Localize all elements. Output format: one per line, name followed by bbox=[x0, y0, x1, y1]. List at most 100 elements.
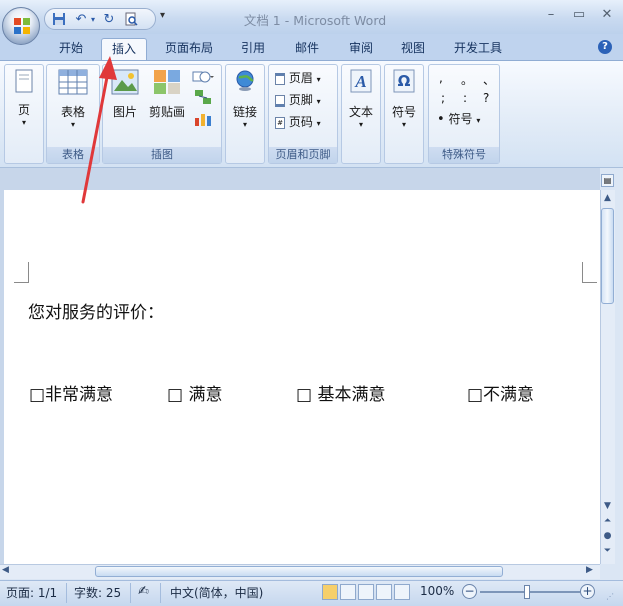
document-prompt-text[interactable]: 您对服务的评价： bbox=[28, 298, 164, 323]
status-language[interactable]: 中文(简体，中国) bbox=[170, 584, 263, 601]
previous-page-icon[interactable]: ⏶ bbox=[600, 514, 615, 528]
office-logo-icon bbox=[14, 18, 30, 34]
tab-home[interactable]: 开始 bbox=[50, 38, 92, 60]
tab-view[interactable]: 视图 bbox=[392, 38, 434, 60]
zoom-out-icon[interactable]: − bbox=[462, 584, 477, 599]
svg-text:A: A bbox=[354, 72, 366, 91]
status-separator bbox=[66, 583, 67, 603]
status-separator bbox=[160, 583, 161, 603]
next-page-icon[interactable]: ⏷ bbox=[600, 544, 615, 558]
select-browse-object-icon[interactable]: ● bbox=[600, 529, 615, 543]
group-symbols: Ω 符号 ▾ bbox=[384, 64, 424, 164]
status-word-count[interactable]: 字数: 25 bbox=[74, 584, 121, 601]
group-illustrations: 图片 剪贴画 插图 bbox=[102, 64, 222, 164]
horizontal-scroll-thumb[interactable] bbox=[95, 566, 503, 577]
table-button[interactable]: 表格 ▾ bbox=[52, 69, 94, 129]
redo-icon[interactable]: ↻ bbox=[101, 12, 117, 28]
group-links: 链接 ▾ bbox=[225, 64, 265, 164]
full-screen-reading-icon[interactable] bbox=[340, 584, 356, 600]
special-symbol-semicolon[interactable]: ; bbox=[441, 91, 445, 105]
page-dropdown-icon: ▾ bbox=[21, 118, 26, 127]
status-page[interactable]: 页面: 1/1 bbox=[6, 584, 57, 601]
table-label: 表格 bbox=[60, 105, 85, 119]
save-icon[interactable] bbox=[51, 12, 67, 28]
undo-dropdown-icon[interactable]: ▾ bbox=[85, 12, 101, 28]
option-not-satisfied[interactable]: □不满意 bbox=[467, 380, 534, 405]
symbol-button[interactable]: Ω 符号 ▾ bbox=[387, 69, 421, 129]
footer-button[interactable]: 页脚 ▾ bbox=[275, 91, 321, 109]
zoom-slider-thumb[interactable] bbox=[524, 585, 530, 599]
special-symbol-enum-comma[interactable]: 、 bbox=[483, 71, 495, 88]
scroll-up-icon[interactable]: ▲ bbox=[600, 191, 615, 205]
maximize-button[interactable]: ▭ bbox=[566, 6, 592, 26]
footer-dropdown-icon: ▾ bbox=[316, 97, 321, 106]
scroll-right-icon[interactable]: ▶ bbox=[586, 565, 598, 578]
clipart-button[interactable]: 剪贴画 bbox=[147, 69, 187, 120]
customize-qat-icon[interactable]: ▾ bbox=[160, 10, 170, 26]
page-number-button[interactable]: # 页码 ▾ bbox=[275, 113, 321, 131]
group-text: A 文本 ▾ bbox=[341, 64, 381, 164]
minimize-button[interactable]: – bbox=[538, 6, 564, 26]
footer-icon bbox=[275, 94, 285, 107]
help-icon[interactable]: ? bbox=[598, 40, 612, 54]
close-button[interactable]: ✕ bbox=[594, 6, 620, 26]
draft-view-icon[interactable] bbox=[394, 584, 410, 600]
office-button[interactable] bbox=[2, 7, 40, 45]
zoom-in-icon[interactable]: + bbox=[580, 584, 595, 599]
zoom-level[interactable]: 100% bbox=[420, 584, 454, 598]
text-button[interactable]: A 文本 ▾ bbox=[344, 69, 378, 129]
symbol-dropdown-icon: ▾ bbox=[401, 120, 406, 129]
special-symbol-comma[interactable]: , bbox=[439, 71, 443, 85]
table-dropdown-icon: ▾ bbox=[70, 120, 75, 129]
special-symbol-colon[interactable]: : bbox=[463, 91, 467, 105]
option-very-satisfied[interactable]: □非常满意 bbox=[29, 380, 113, 405]
vertical-scroll-thumb[interactable] bbox=[601, 208, 614, 304]
picture-icon bbox=[111, 69, 139, 95]
symbol-menu-button[interactable]: • 符号 ▾ bbox=[437, 110, 480, 128]
print-layout-view-icon[interactable] bbox=[322, 584, 338, 600]
smartart-icon bbox=[195, 90, 211, 104]
chart-button[interactable] bbox=[193, 111, 213, 129]
shapes-button[interactable] bbox=[191, 69, 215, 87]
proofing-icon[interactable]: ✍ bbox=[138, 584, 149, 599]
group-header-footer: 页眉 ▾ 页脚 ▾ # 页码 ▾ 页眉和页脚 bbox=[268, 64, 338, 164]
status-separator bbox=[130, 583, 131, 603]
page-number-dropdown-icon: ▾ bbox=[316, 119, 321, 128]
tab-references[interactable]: 引用 bbox=[232, 38, 274, 60]
tab-developer[interactable]: 开发工具 bbox=[446, 38, 510, 60]
scroll-left-icon[interactable]: ◀ bbox=[2, 565, 14, 578]
header-button[interactable]: 页眉 ▾ bbox=[275, 69, 321, 87]
special-symbol-question[interactable]: ? bbox=[483, 91, 489, 105]
footer-label: 页脚 bbox=[288, 93, 313, 107]
tab-mailings[interactable]: 邮件 bbox=[286, 38, 328, 60]
page-number-label: 页码 bbox=[288, 115, 313, 129]
picture-button[interactable]: 图片 bbox=[107, 69, 143, 120]
page-button[interactable]: 页 ▾ bbox=[8, 69, 40, 127]
chart-icon bbox=[195, 114, 211, 126]
zoom-slider-track[interactable] bbox=[480, 591, 580, 593]
group-special-symbols: , 。 、 ; : ? • 符号 ▾ 特殊符号 bbox=[428, 64, 500, 164]
resize-grip-icon[interactable]: ⋰ bbox=[606, 592, 618, 602]
window-title: 文档 1 - Microsoft Word bbox=[243, 13, 387, 28]
header-label: 页眉 bbox=[288, 71, 313, 85]
margin-corner-right bbox=[582, 262, 597, 283]
view-ruler-icon[interactable]: ▤ bbox=[601, 174, 614, 187]
group-special-symbols-label: 特殊符号 bbox=[429, 147, 499, 163]
link-globe-icon bbox=[236, 70, 254, 91]
shapes-icon bbox=[192, 71, 214, 83]
tab-review[interactable]: 审阅 bbox=[340, 38, 382, 60]
special-symbol-period[interactable]: 。 bbox=[461, 71, 473, 88]
scroll-down-icon[interactable]: ▼ bbox=[600, 499, 615, 513]
option-satisfied[interactable]: □ 满意 bbox=[167, 380, 222, 405]
document-page[interactable] bbox=[4, 190, 600, 564]
option-basically-satisfied[interactable]: □ 基本满意 bbox=[296, 380, 385, 405]
print-preview-icon[interactable] bbox=[123, 12, 139, 28]
link-button[interactable]: 链接 ▾ bbox=[228, 69, 262, 129]
smartart-button[interactable] bbox=[193, 89, 213, 107]
link-label: 链接 bbox=[232, 105, 257, 119]
tab-page-layout[interactable]: 页面布局 bbox=[158, 38, 220, 60]
outline-view-icon[interactable] bbox=[376, 584, 392, 600]
bullet-symbol-icon: • bbox=[437, 112, 445, 127]
web-layout-icon[interactable] bbox=[358, 584, 374, 600]
tab-insert[interactable]: 插入 bbox=[101, 38, 147, 62]
